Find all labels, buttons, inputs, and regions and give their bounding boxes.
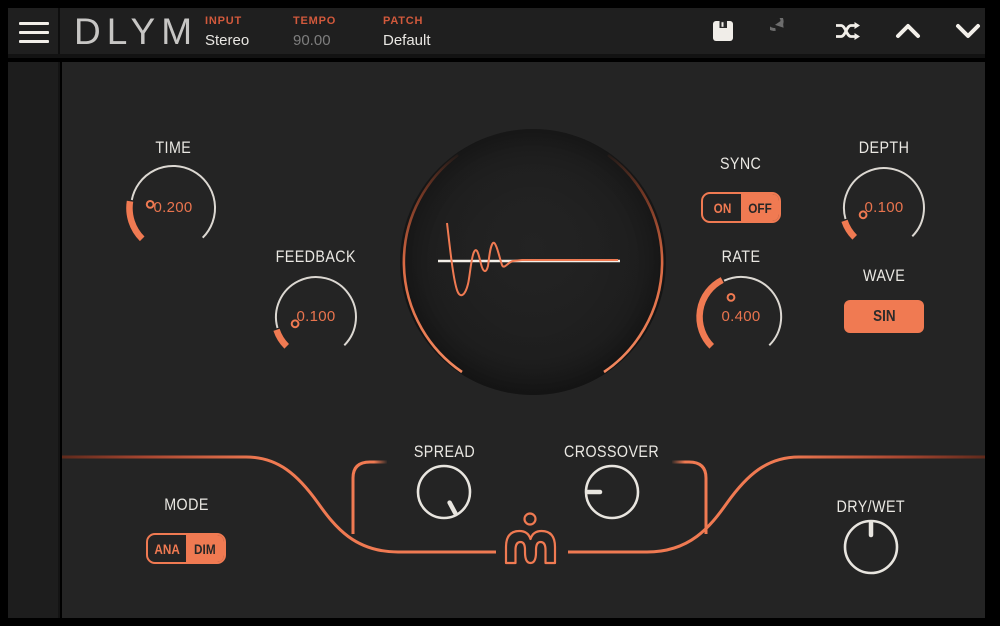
spread-label: SPREAD <box>379 442 509 462</box>
left-side-strip <box>8 62 60 618</box>
time-value: 0.200 <box>108 199 238 216</box>
tempo-value[interactable]: 90.00 <box>293 32 336 49</box>
patch-selector[interactable]: PATCH Default <box>383 15 431 49</box>
feedback-value: 0.100 <box>251 308 381 325</box>
hamburger-menu-icon[interactable] <box>8 8 60 54</box>
depth-label: DEPTH <box>819 138 949 158</box>
rate-label: RATE <box>676 247 806 267</box>
depth-knob[interactable]: DEPTH 0.100 <box>819 138 949 268</box>
dlym-plugin-window: DLYM INPUT Stereo TEMPO 90.00 PATCH Defa… <box>0 0 1000 626</box>
undo-icon[interactable] <box>769 17 797 45</box>
wave-label: WAVE <box>819 266 949 286</box>
mode-label: MODE <box>121 495 251 515</box>
rate-knob[interactable]: RATE 0.400 <box>676 247 806 377</box>
time-label: TIME <box>108 138 238 158</box>
waveform-display <box>400 129 666 395</box>
sync-toggle[interactable]: ON OFF <box>701 192 781 223</box>
input-label: INPUT <box>205 15 249 27</box>
spread-knob[interactable]: SPREAD <box>379 442 509 522</box>
mode-group: MODE ANA DIM <box>121 495 251 575</box>
rate-value: 0.400 <box>676 308 806 325</box>
sync-off-option[interactable]: OFF <box>741 194 779 221</box>
main-panel: TIME 0.200 FEEDBACK 0.100 RATE 0.400 DEP… <box>62 62 985 618</box>
mode-toggle[interactable]: ANA DIM <box>146 533 226 564</box>
mode-dim-option[interactable]: DIM <box>186 535 224 562</box>
patch-value[interactable]: Default <box>383 32 431 49</box>
input-value[interactable]: Stereo <box>205 32 249 49</box>
previous-patch-icon[interactable] <box>894 17 922 45</box>
dry-wet-knob[interactable]: DRY/WET <box>806 497 936 577</box>
wave-group: WAVE SIN <box>819 266 949 346</box>
sync-group: SYNC ON OFF <box>676 154 806 234</box>
dry-wet-label: DRY/WET <box>806 497 936 517</box>
tempo-label: TEMPO <box>293 15 336 27</box>
sync-on-option[interactable]: ON <box>703 194 741 221</box>
top-bar: DLYM INPUT Stereo TEMPO 90.00 PATCH Defa… <box>8 8 985 58</box>
mode-ana-option[interactable]: ANA <box>148 535 186 562</box>
feedback-label: FEEDBACK <box>251 247 381 267</box>
feedback-knob[interactable]: FEEDBACK 0.100 <box>251 247 381 377</box>
app-title: DLYM <box>74 8 198 58</box>
next-patch-icon[interactable] <box>954 17 982 45</box>
crossover-label: CROSSOVER <box>547 442 677 462</box>
wave-select-button[interactable]: SIN <box>844 300 924 333</box>
time-knob[interactable]: TIME 0.200 <box>108 138 238 268</box>
tempo-field[interactable]: TEMPO 90.00 <box>293 15 336 49</box>
patch-label: PATCH <box>383 15 431 27</box>
sync-label: SYNC <box>676 154 806 174</box>
save-icon[interactable] <box>709 17 737 45</box>
input-mode-selector[interactable]: INPUT Stereo <box>205 15 249 49</box>
depth-value: 0.100 <box>819 199 949 216</box>
randomize-icon[interactable] <box>834 17 862 45</box>
crossover-knob[interactable]: CROSSOVER <box>547 442 677 522</box>
